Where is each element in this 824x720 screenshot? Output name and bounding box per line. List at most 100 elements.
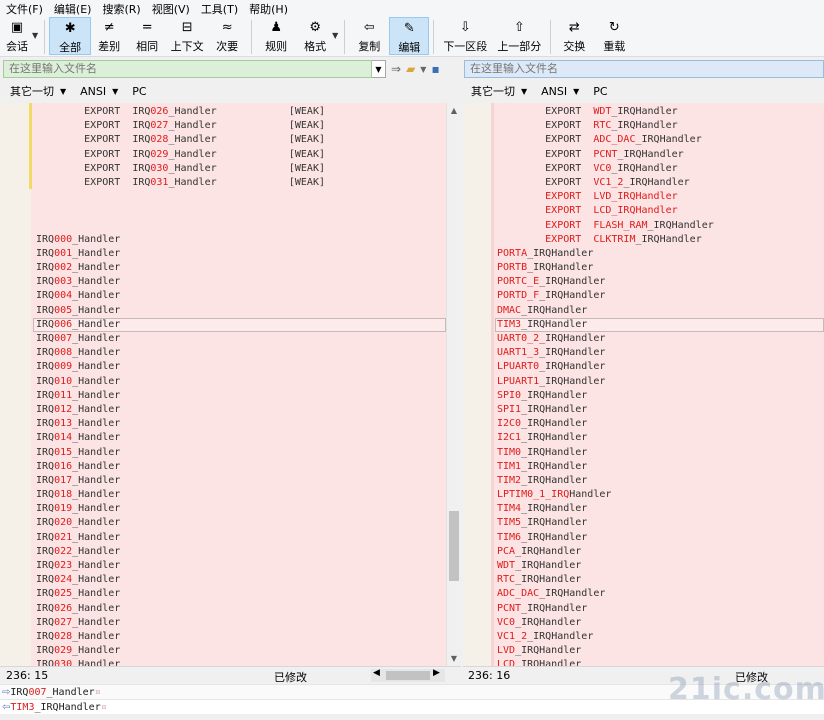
text-segment: _Handler <box>72 389 121 401</box>
right-text-pane[interactable]: EXPORT WDT_IRQHandler EXPORT RTC_IRQHand… <box>463 103 824 666</box>
toolbar-button-briefcase[interactable]: ▣ 会话 <box>0 17 34 55</box>
text-segment: 028 <box>150 134 169 146</box>
left-hscroll-thumb[interactable] <box>386 671 430 680</box>
toolbar-button-arrow-left[interactable]: ⇦ 复制 <box>349 17 389 55</box>
pencil-icon: ✎ <box>403 21 415 36</box>
text-segment: _Handler <box>72 432 121 444</box>
left-history-dropdown[interactable]: ▼ <box>372 60 386 78</box>
scroll-down-icon[interactable]: ▼ <box>447 651 461 665</box>
pilcrow-icon: ¤ <box>94 687 101 698</box>
toolbar-button-person[interactable]: ♟ 规则 <box>256 17 296 55</box>
toolbar-button-context[interactable]: ⊟ 上下文 <box>167 17 207 55</box>
text-segment: _IRQHandler <box>623 176 690 188</box>
scroll-right-icon[interactable]: ▶ <box>433 668 440 678</box>
text-segment: 018 <box>54 489 73 501</box>
toolbar-button-arrow-down[interactable]: ⇩ 下一区段 <box>438 17 492 55</box>
menu-item-5[interactable]: 帮助(H) <box>249 1 288 17</box>
right-cursor-position: 236: 16 <box>468 669 511 682</box>
text-segment: EXPORT IRQ <box>36 176 151 188</box>
toolbar-separator <box>433 20 435 54</box>
right-filter-label[interactable]: 其它一切 <box>471 83 515 99</box>
text-segment: _IRQHandler <box>521 304 588 316</box>
text-segment: _IRQHandler <box>635 134 702 146</box>
left-filename-input[interactable] <box>3 60 372 78</box>
text-segment: TIM3 <box>10 702 35 713</box>
toolbar-label: 差别 <box>98 40 121 53</box>
menu-item-1[interactable]: 编辑(E) <box>54 1 92 17</box>
menu-item-4[interactable]: 工具(T) <box>201 1 238 17</box>
left-filter-label[interactable]: 其它一切 <box>10 83 54 99</box>
left-scroll-thumb[interactable] <box>449 511 459 581</box>
toolbar-button-not-equal[interactable]: ≠ 差别 <box>91 17 127 55</box>
text-segment: 014 <box>54 432 73 444</box>
scroll-up-icon[interactable]: ▲ <box>447 103 461 117</box>
left-vertical-scrollbar[interactable]: ▲ ▼ <box>446 103 461 666</box>
text-segment: _IRQHandler <box>527 262 594 274</box>
left-horizontal-scrollbar[interactable]: ◀ ▶ <box>371 668 445 682</box>
toolbar-button-equal[interactable]: = 相同 <box>127 17 167 55</box>
left-lineend-label[interactable]: PC <box>132 85 146 98</box>
text-segment: _Handler <box>72 262 121 274</box>
text-segment: 030 <box>54 659 73 666</box>
chevron-down-icon[interactable]: ▼ <box>112 87 118 96</box>
text-segment: SPI0 <box>497 389 522 401</box>
chevron-down-icon[interactable]: ▼ <box>573 87 579 96</box>
left-open-dropdown-icon[interactable]: ▼ <box>420 65 426 74</box>
code-line: IRQ002_Handler <box>36 261 325 275</box>
chevron-down-icon[interactable]: ▼ <box>60 87 66 96</box>
text-segment: 006 <box>54 318 73 330</box>
scroll-left-icon[interactable]: ◀ <box>373 668 380 678</box>
left-link-icon[interactable]: ⇒ <box>391 62 401 76</box>
right-lineend-label[interactable]: PC <box>593 85 607 98</box>
toolbar-button-pencil[interactable]: ✎ 编辑 <box>389 17 430 55</box>
toolbar-button-asterisk[interactable]: ✱ 全部 <box>49 17 92 55</box>
text-segment: IRQ <box>36 630 55 642</box>
text-segment: IRQ <box>36 318 55 330</box>
left-modified-status: 已修改 <box>274 671 307 684</box>
toolbar-button-swap[interactable]: ⇄ 交换 <box>555 17 593 55</box>
code-line: IRQ005_Handler <box>36 304 325 318</box>
menu-item-0[interactable]: 文件(F) <box>6 1 43 17</box>
text-segment: 027 <box>150 120 169 132</box>
code-line: LPUART1_IRQHandler <box>497 375 714 389</box>
text-segment: IRQ <box>36 247 55 259</box>
text-segment: VC0 <box>593 162 612 174</box>
text-segment: _Handler <box>72 375 121 387</box>
text-segment: _Handler <box>72 446 121 458</box>
text-segment: IRQ <box>36 602 55 614</box>
left-open-folder-icon[interactable]: ▰ <box>406 62 415 76</box>
text-segment: IRQ <box>36 474 55 486</box>
right-filename-input[interactable] <box>464 60 824 78</box>
left-cursor-position: 236: 15 <box>6 669 49 682</box>
text-segment: _IRQHandler <box>515 616 582 628</box>
toolbar-button-arrow-up[interactable]: ⇧ 上一部分 <box>492 17 546 55</box>
left-save-icon[interactable]: ▪ <box>431 62 439 76</box>
text-segment: 007 <box>54 333 73 344</box>
code-line: EXPORT IRQ028_Handler [WEAK] <box>36 133 325 147</box>
text-segment: TIM4 <box>497 503 522 515</box>
menu-item-2[interactable]: 搜索(R) <box>102 1 140 17</box>
text-segment: I2C1 <box>497 432 522 444</box>
menu-item-3[interactable]: 视图(V) <box>152 1 190 17</box>
text-segment: 029 <box>54 645 73 657</box>
code-line: IRQ024_Handler <box>36 573 325 587</box>
text-segment: _Handler <box>72 304 121 316</box>
left-text-pane[interactable]: EXPORT IRQ026_Handler [WEAK] EXPORT IRQ0… <box>0 103 446 666</box>
text-segment: 016 <box>54 460 73 472</box>
code-line: IRQ001_Handler <box>36 247 325 261</box>
right-encoding-label[interactable]: ANSI <box>541 85 567 98</box>
text-segment: EXPORT <box>497 106 594 117</box>
left-encoding-label[interactable]: ANSI <box>80 85 106 98</box>
toolbar-button-gear-doc[interactable]: ⚙ 格式 <box>296 17 334 55</box>
pilcrow-icon: ¤ <box>100 702 107 713</box>
toolbar-button-reload[interactable]: ↻ 重载 <box>593 17 635 55</box>
toolbar-button-approx[interactable]: ≈ 次要 <box>207 17 247 55</box>
text-segment: PCNT <box>497 602 522 614</box>
chevron-down-icon[interactable]: ▼ <box>521 87 527 96</box>
toolbar-label: 次要 <box>216 40 239 53</box>
text-segment: _Handler <box>72 645 121 657</box>
code-line: IRQ020_Handler <box>36 516 325 530</box>
toolbar-label: 下一区段 <box>443 40 488 53</box>
code-line: EXPORT LCD_IRQHandler <box>497 204 714 218</box>
text-segment: IRQ <box>36 659 55 666</box>
